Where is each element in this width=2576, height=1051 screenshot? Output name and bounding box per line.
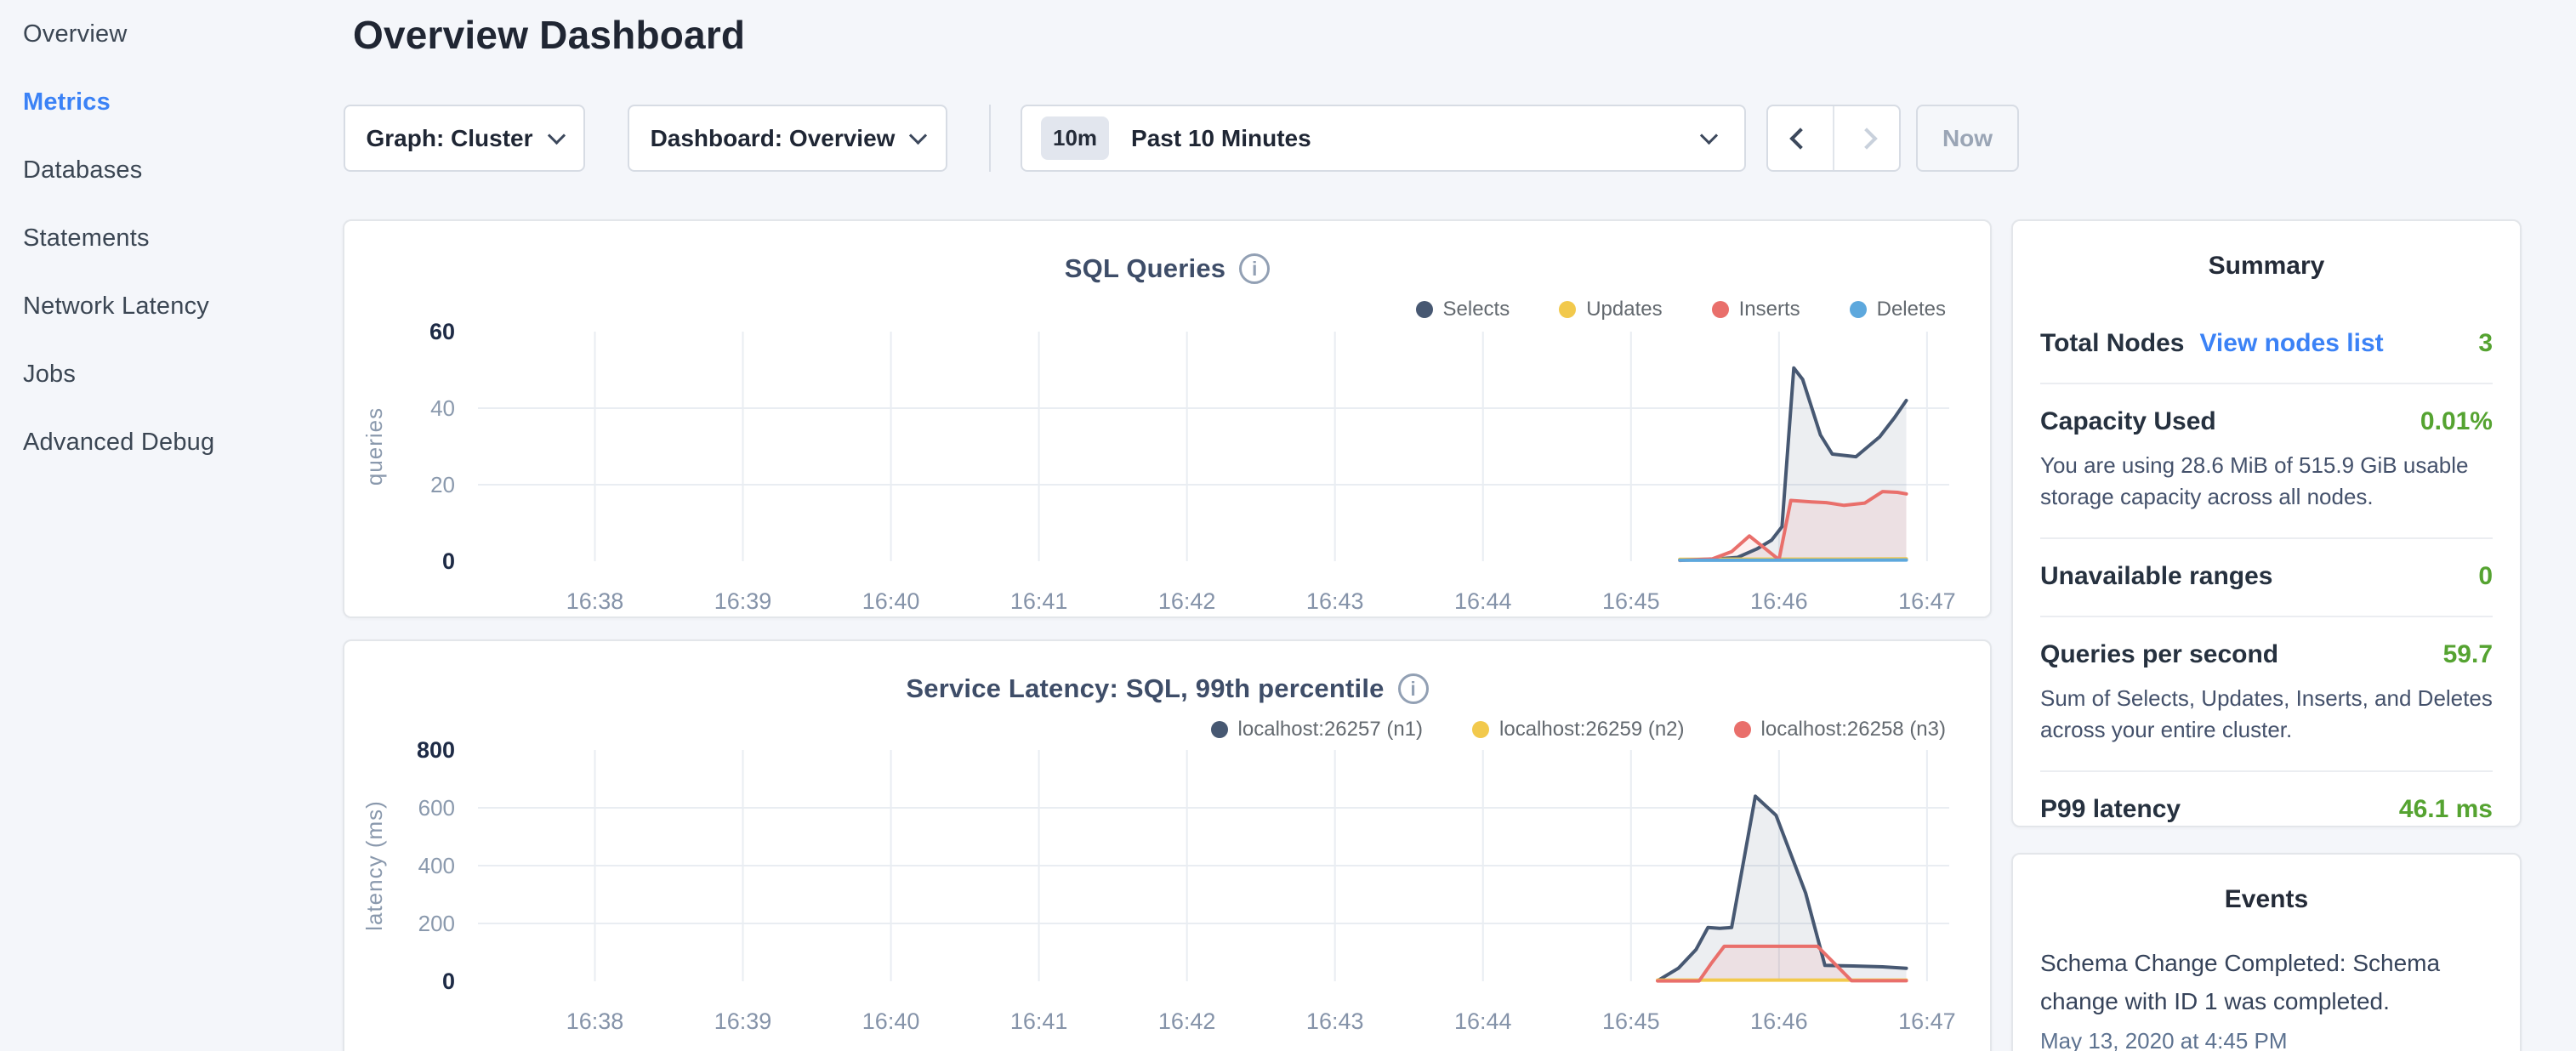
summary-heading: Summary — [2013, 252, 2520, 281]
summary-panel: Summary Total Nodes View nodes list 3 Capac… — [2011, 219, 2522, 827]
x-tick-label: 16:40 — [862, 1008, 920, 1034]
sidebar: OverviewMetricsDatabasesStatementsNetwor… — [0, 0, 340, 476]
summary-row-value: 0.01% — [2420, 407, 2493, 436]
graph-dropdown[interactable]: Graph: Cluster — [344, 105, 585, 172]
x-tick-label: 16:44 — [1454, 1008, 1512, 1034]
x-tick-label: 16:38 — [566, 1008, 624, 1034]
x-tick-label: 16:42 — [1158, 588, 1216, 614]
sidebar-item-advanced-debug[interactable]: Advanced Debug — [23, 408, 340, 476]
event-timestamp: May 13, 2020 at 4:45 PM — [2040, 1028, 2493, 1051]
x-tick-label: 16:44 — [1454, 588, 1512, 614]
chevron-down-icon — [909, 127, 927, 145]
x-tick-label: 16:45 — [1602, 1008, 1660, 1034]
sidebar-item-jobs[interactable]: Jobs — [23, 340, 340, 408]
time-step-back-button[interactable] — [1768, 106, 1833, 170]
events-heading: Events — [2013, 885, 2520, 914]
summary-row: Capacity Used 0.01% You are using 28.6 MiB… — [2040, 384, 2493, 539]
service-latency-plot[interactable]: 16:38 16:39 16:40 16:41 16:42 16:43 16:44 16:45… — [344, 641, 1993, 1051]
page-title: Overview Dashboard — [353, 12, 745, 58]
time-step-buttons — [1766, 105, 1901, 172]
time-range-dropdown[interactable]: 10m Past 10 Minutes — [1021, 105, 1746, 172]
events-panel: Events Schema Change Completed: Schema c… — [2011, 853, 2522, 1051]
x-tick-label: 16:47 — [1898, 588, 1956, 614]
x-tick-label: 16:42 — [1158, 1008, 1216, 1034]
y-tick-label: 200 — [418, 911, 455, 936]
sql-queries-chart-card: SQL Queries i SelectsUpdatesInsertsDelet… — [343, 219, 1992, 618]
summary-row-description: Sum of Selects, Updates, Inserts, and De… — [2040, 683, 2493, 746]
summary-row-value: 46.1 ms — [2399, 795, 2493, 824]
x-tick-label: 16:46 — [1750, 1008, 1808, 1034]
summary-row-value: 3 — [2478, 329, 2493, 358]
time-range-badge: 10m — [1041, 116, 1109, 160]
time-step-forward-button[interactable] — [1834, 106, 1899, 170]
y-tick-label: 20 — [430, 472, 455, 497]
chevron-right-icon — [1856, 128, 1877, 149]
summary-row-description: You are using 28.6 MiB of 515.9 GiB usab… — [2040, 450, 2493, 513]
sidebar-item-overview[interactable]: Overview — [23, 0, 340, 68]
chevron-down-icon — [547, 127, 565, 145]
y-axis-title: queries — [361, 407, 387, 486]
graph-dropdown-label: Graph: Cluster — [366, 125, 532, 152]
summary-row: Total Nodes View nodes list 3 — [2040, 306, 2493, 384]
summary-row-value: 59.7 — [2443, 640, 2493, 669]
summary-row-label: Unavailable ranges — [2040, 562, 2272, 591]
x-tick-label: 16:40 — [862, 588, 920, 614]
sidebar-item-statements[interactable]: Statements — [23, 204, 340, 272]
dashboard-dropdown-label: Dashboard: Overview — [651, 125, 896, 152]
y-tick-label: 60 — [429, 319, 455, 344]
x-tick-label: 16:43 — [1306, 1008, 1364, 1034]
x-tick-label: 16:46 — [1750, 588, 1808, 614]
summary-row: P99 latency 46.1 ms — [2040, 772, 2493, 849]
summary-row-label: Total Nodes — [2040, 329, 2184, 358]
y-tick-label: 600 — [418, 795, 455, 821]
summary-row-value: 0 — [2478, 562, 2493, 591]
y-tick-label: 400 — [418, 853, 455, 878]
y-tick-label: 0 — [442, 548, 455, 574]
y-tick-label: 40 — [430, 395, 455, 421]
summary-row-label: Capacity Used — [2040, 407, 2216, 436]
x-tick-label: 16:43 — [1306, 588, 1364, 614]
time-range-label: Past 10 Minutes — [1131, 125, 1311, 152]
sidebar-item-databases[interactable]: Databases — [23, 136, 340, 204]
summary-row: Queries per second 59.7 Sum of Selects, Up… — [2040, 617, 2493, 772]
view-nodes-list-link[interactable]: View nodes list — [2199, 329, 2383, 358]
service-latency-chart-card: Service Latency: SQL, 99th percentile i … — [343, 639, 1992, 1051]
sql-queries-plot[interactable]: 16:38 16:39 16:40 16:41 16:42 16:43 16:44 16:45… — [344, 221, 1993, 620]
y-tick-label: 800 — [417, 737, 455, 763]
summary-row-label: Queries per second — [2040, 640, 2278, 669]
x-tick-label: 16:41 — [1010, 1008, 1068, 1034]
x-tick-label: 16:45 — [1602, 588, 1660, 614]
y-tick-label: 0 — [442, 969, 455, 994]
event-message: Schema Change Completed: Schema change w… — [2040, 945, 2493, 1021]
summary-rows: Total Nodes View nodes list 3 Capacity Used… — [2040, 306, 2493, 849]
summary-row-label: P99 latency — [2040, 795, 2181, 824]
x-tick-label: 16:41 — [1010, 588, 1068, 614]
sidebar-item-network-latency[interactable]: Network Latency — [23, 272, 340, 340]
toolbar-divider — [989, 105, 991, 172]
y-axis-title: latency (ms) — [361, 800, 387, 931]
events-list: Schema Change Completed: Schema change w… — [2040, 945, 2493, 1051]
sidebar-item-metrics[interactable]: Metrics — [23, 68, 340, 136]
chevron-down-icon — [1700, 127, 1718, 145]
summary-row: Unavailable ranges 0 — [2040, 539, 2493, 617]
x-tick-label: 16:38 — [566, 588, 624, 614]
x-tick-label: 16:47 — [1898, 1008, 1956, 1034]
x-tick-label: 16:39 — [714, 588, 772, 614]
x-tick-label: 16:39 — [714, 1008, 772, 1034]
chevron-left-icon — [1789, 128, 1811, 149]
now-button[interactable]: Now — [1916, 105, 2019, 172]
dashboard-dropdown[interactable]: Dashboard: Overview — [628, 105, 947, 172]
